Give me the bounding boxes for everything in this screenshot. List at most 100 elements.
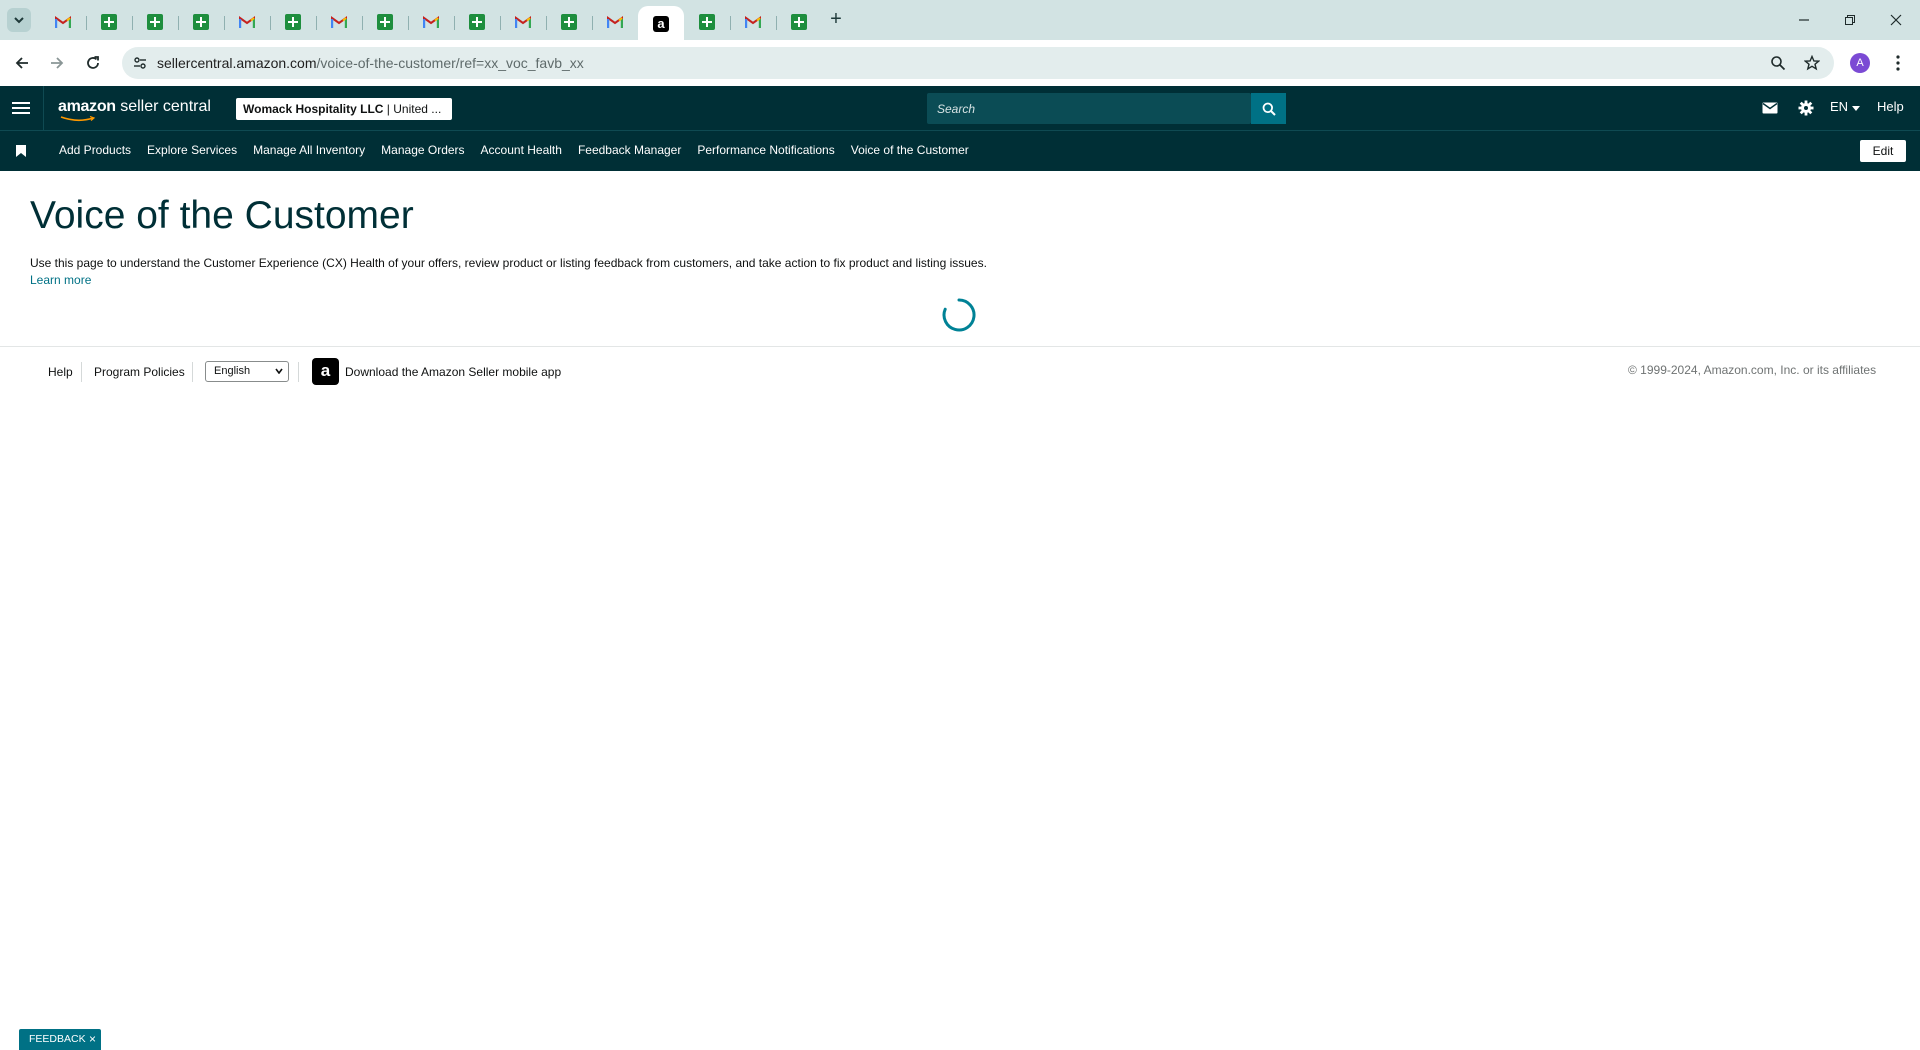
restore-icon [1845,15,1855,25]
bookmarks-nav: Add Products Explore Services Manage All… [0,130,1920,171]
close-icon [1890,14,1902,26]
browser-tab-gmail[interactable] [40,6,86,38]
copyright-text: © 1999-2024, Amazon.com, Inc. or its aff… [1628,363,1877,377]
site-info-icon[interactable] [130,53,150,73]
sheets-icon [561,14,577,30]
footer-separator [192,362,193,382]
browser-tab-sheets[interactable] [270,6,316,38]
profile-avatar[interactable]: A [1850,53,1870,73]
browser-tab-gmail[interactable] [592,6,638,38]
browser-menu-button[interactable] [1888,53,1908,73]
page-footer: Help Program Policies English a Download… [0,358,1920,388]
footer-help-link[interactable]: Help [48,365,73,379]
nav-item-feedback-manager[interactable]: Feedback Manager [578,143,681,157]
nav-item-add-products[interactable]: Add Products [59,143,131,157]
sheets-icon [791,14,807,30]
zoom-icon[interactable] [1768,53,1788,73]
forward-button[interactable] [43,49,71,77]
nav-item-manage-all-inventory[interactable]: Manage All Inventory [253,143,365,157]
browser-tab-sheets[interactable] [86,6,132,38]
nav-item-performance-notifications[interactable]: Performance Notifications [697,143,834,157]
chevron-down-icon [275,368,283,374]
nav-item-voice-of-the-customer[interactable]: Voice of the Customer [851,143,969,157]
account-switcher[interactable]: Womack Hospitality LLC | United ... [236,98,452,120]
minimize-button[interactable] [1781,0,1827,40]
nav-item-explore-services[interactable]: Explore Services [147,143,237,157]
browser-tabstrip: a + [0,0,1920,42]
edit-bookmarks-button[interactable]: Edit [1860,140,1906,162]
close-icon[interactable]: × [89,1029,96,1050]
feedback-button[interactable]: FEEDBACK × [19,1029,101,1050]
tab-search-button[interactable] [7,8,31,32]
chevron-down-icon [14,17,24,24]
back-button[interactable] [8,49,36,77]
search-input[interactable] [927,93,1251,124]
page-title: Voice of the Customer [30,194,414,237]
footer-separator [298,362,299,382]
minimize-icon [1799,19,1809,21]
seller-central-logo[interactable]: amazon seller central [58,98,211,116]
browser-tab-sheets[interactable] [776,6,822,38]
gmail-icon [515,16,531,28]
bookmark-icon[interactable] [16,145,26,157]
nav-item-manage-orders[interactable]: Manage Orders [381,143,464,157]
url-host: sellercentral.amazon.com [157,55,317,71]
gmail-icon [239,16,255,28]
gmail-icon [55,16,71,28]
reload-button[interactable] [79,49,107,77]
nav-item-account-health[interactable]: Account Health [481,143,562,157]
sheets-icon [469,14,485,30]
browser-tab-amazon[interactable]: a [638,6,684,42]
account-region: | United ... [383,102,442,116]
language-label: EN [1830,99,1849,114]
gmail-icon [331,16,347,28]
amazon-app-icon[interactable]: a [312,358,339,385]
gmail-icon [423,16,439,28]
browser-tab-sheets[interactable] [454,6,500,38]
program-policies-link[interactable]: Program Policies [94,365,185,379]
browser-tab-gmail[interactable] [224,6,270,38]
nav-item-list: Add Products Explore Services Manage All… [59,143,985,157]
menu-icon[interactable] [12,98,30,118]
search-button[interactable] [1251,93,1286,124]
seller-app-link[interactable]: Download the Amazon Seller mobile app [345,365,561,379]
browser-toolbar: sellercentral.amazon.com/voice-of-the-cu… [0,40,1920,86]
seller-central-header: amazon seller central Womack Hospitality… [0,86,1920,130]
amazon-icon: a [653,16,669,32]
browser-tab-sheets[interactable] [178,6,224,38]
back-arrow-icon [15,57,28,69]
mail-icon[interactable] [1760,98,1780,118]
close-window-button[interactable] [1873,0,1919,40]
more-vert-icon [1896,55,1900,71]
search-icon [1262,102,1276,116]
feedback-label: FEEDBACK [29,1033,86,1045]
restore-button[interactable] [1827,0,1873,40]
caret-down-icon [1851,106,1860,111]
header-help-link[interactable]: Help [1877,99,1904,114]
gmail-icon [745,16,761,28]
browser-tab-sheets[interactable] [132,6,178,38]
browser-tab-sheets[interactable] [546,6,592,38]
logo-brand: amazon [58,98,116,115]
settings-gear-icon[interactable] [1796,98,1816,118]
learn-more-link[interactable]: Learn more [30,273,91,287]
footer-separator [81,362,82,382]
footer-language-select[interactable]: English [205,361,289,382]
loading-spinner-icon [942,298,976,332]
language-picker[interactable]: EN [1830,99,1860,114]
tab-list: a [40,4,822,42]
bookmark-star-icon[interactable] [1802,53,1822,73]
footer-language-value: English [214,365,251,377]
browser-tab-gmail[interactable] [408,6,454,38]
browser-tab-gmail[interactable] [316,6,362,38]
header-divider [43,86,44,130]
sheets-icon [285,14,301,30]
browser-tab-gmail[interactable] [730,6,776,38]
browser-tab-sheets[interactable] [362,6,408,38]
reload-icon [87,56,99,69]
new-tab-button[interactable]: + [824,8,848,32]
address-bar[interactable]: sellercentral.amazon.com/voice-of-the-cu… [122,47,1834,79]
account-name: Womack Hospitality LLC [243,102,384,116]
browser-tab-sheets[interactable] [684,6,730,38]
browser-tab-gmail[interactable] [500,6,546,38]
